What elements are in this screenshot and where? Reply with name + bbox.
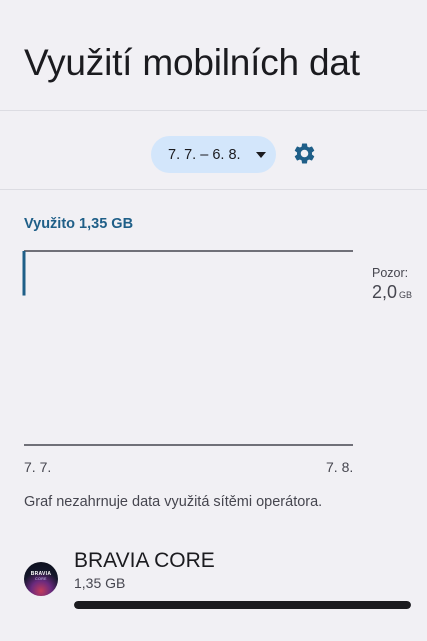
warning-label: Pozor: (372, 266, 409, 280)
app-usage-bar (74, 601, 411, 609)
chevron-down-icon (256, 152, 266, 158)
app-usage-row[interactable]: BRAVIA CORE BRAVIA CORE 1,35 GB (0, 540, 427, 620)
app-icon-text-2: CORE (35, 577, 47, 581)
header-divider (0, 110, 427, 111)
x-tick-end: 7. 8. (326, 459, 354, 475)
app-usage: 1,35 GB (74, 575, 126, 591)
billing-cycle-label: 7. 7. – 6. 8. (168, 146, 241, 163)
app-usage-bar-fill (74, 601, 411, 609)
bravia-core-app-icon: BRAVIA CORE (24, 562, 58, 596)
gear-icon[interactable] (292, 141, 317, 166)
usage-summary: Využito 1,35 GB (24, 216, 134, 232)
warning-unit: GB (399, 290, 413, 300)
x-tick-start: 7. 7. (24, 459, 52, 475)
chip-divider (0, 189, 427, 190)
warning-value: 2,0 GB (372, 282, 412, 303)
usage-chart (22, 250, 353, 446)
chart-note: Graf nezahrnuje data využitá sítěmi oper… (24, 494, 323, 510)
warning-amount: 2,0 (372, 282, 398, 302)
app-name: BRAVIA CORE (74, 549, 215, 572)
billing-cycle-dropdown[interactable]: 7. 7. – 6. 8. (151, 136, 276, 173)
page-title: Využití mobilních dat (24, 42, 360, 83)
